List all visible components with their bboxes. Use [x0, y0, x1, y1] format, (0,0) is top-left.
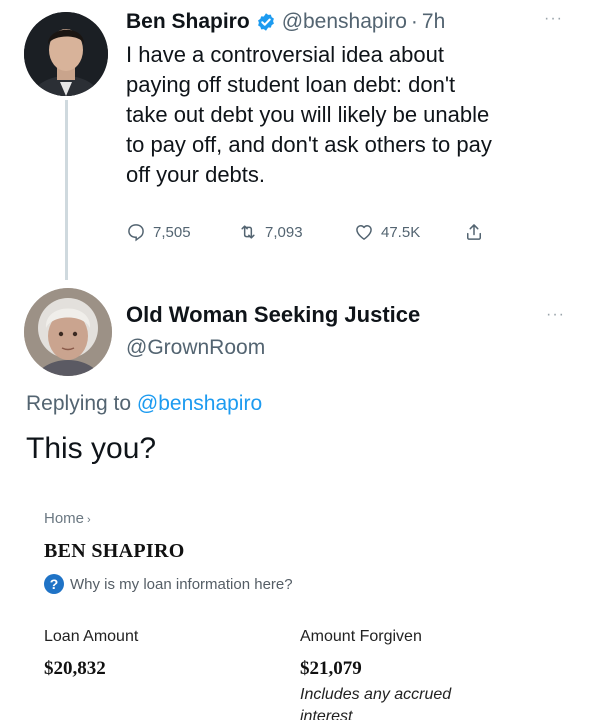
loan-amount-section: Loan Amount $20,832 [44, 628, 138, 680]
replying-prefix: Replying to [26, 392, 137, 415]
amount-forgiven-label: Amount Forgiven [300, 628, 422, 645]
breadcrumb-home-link[interactable]: Home [44, 510, 84, 527]
tweet-line: take out debt you will likely be unable [126, 102, 490, 127]
like-button[interactable]: 47.5K [354, 222, 464, 242]
dot-separator: · [410, 10, 418, 33]
tweet-line: to pay off, and don't ask others to pay [126, 132, 492, 157]
share-button[interactable] [464, 222, 491, 242]
help-link-text[interactable]: Why is my loan information here? [70, 576, 293, 593]
avatar-ben-shapiro[interactable] [24, 12, 108, 96]
retweet-icon [241, 225, 255, 239]
retweet-count: 7,093 [265, 223, 303, 241]
amount-forgiven-section: Amount Forgiven $21,079 Includes any acc… [300, 628, 500, 720]
loan-amount-value: $20,832 [44, 658, 106, 679]
thread-line [65, 100, 68, 280]
reply-count: 7,505 [153, 223, 191, 241]
like-count: 47.5K [381, 223, 421, 241]
author-name[interactable]: Old Woman Seeking Justice [126, 302, 420, 328]
retweet-button[interactable]: 7,093 [238, 222, 354, 242]
author-name[interactable]: Ben Shapiro [126, 10, 250, 34]
loan-amount-label: Loan Amount [44, 628, 139, 645]
avatar-old-woman[interactable] [24, 288, 112, 376]
author-handle[interactable]: @GrownRoom [126, 336, 265, 360]
reply-icon [128, 224, 144, 242]
amount-forgiven-value: $21,079 [300, 658, 362, 679]
more-options-icon[interactable]: ··· [546, 306, 565, 324]
embedded-loan-screenshot: Home › BEN SHAPIRO ? Why is my loan infor… [0, 500, 599, 720]
amount-forgiven-note: Includes any accrued interest [300, 686, 452, 720]
tweet2-text: This you? [26, 432, 157, 465]
tweet1-header: Ben Shapiro @benshapiro · 7h [126, 8, 445, 36]
tweet-line: off your debts. [126, 162, 266, 187]
borrower-name: BEN SHAPIRO [44, 540, 185, 562]
replying-handle-link[interactable]: @benshapiro [137, 392, 262, 415]
tweet-timestamp[interactable]: 7h [422, 10, 445, 34]
question-circle-icon: ? [44, 574, 64, 594]
share-icon [467, 224, 481, 240]
breadcrumb: Home › [44, 510, 91, 527]
tweet-line: I have a controversial idea about [126, 42, 444, 67]
help-link[interactable]: ? Why is my loan information here? [44, 574, 293, 594]
tweet-line: paying off student loan debt: don't [126, 72, 456, 97]
heart-icon [356, 225, 372, 240]
more-options-icon[interactable]: ··· [544, 10, 563, 28]
reply-button[interactable]: 7,505 [126, 222, 238, 242]
tweet1-text: I have a controversial idea about paying… [126, 40, 576, 190]
author-handle[interactable]: @benshapiro [282, 10, 407, 34]
tweet1-actions: 7,505 7,093 47.5K [126, 218, 491, 246]
verified-badge-icon [257, 13, 274, 31]
replying-to: Replying to @benshapiro [26, 392, 262, 416]
chevron-right-icon: › [87, 514, 91, 526]
